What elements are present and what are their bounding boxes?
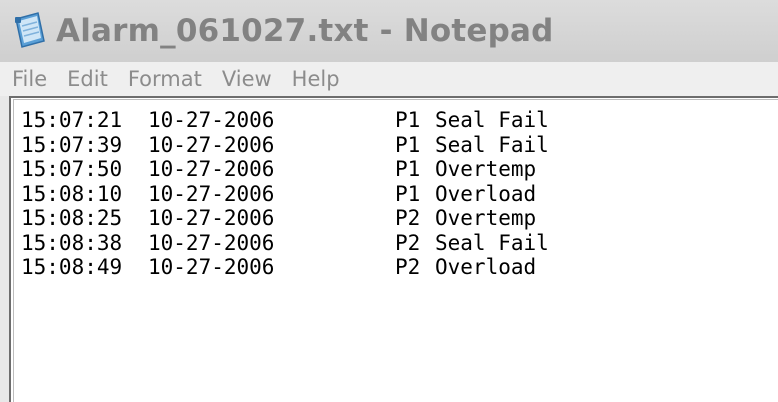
log-message: Overload xyxy=(435,181,537,206)
alarm-log: 15:07:21 10-27-2006 P1 Seal Fail 15:07:39 10… xyxy=(21,108,549,280)
notepad-icon[interactable] xyxy=(12,11,48,51)
log-date: 10-27-2006 xyxy=(148,206,275,230)
menu-view[interactable]: View xyxy=(222,67,272,91)
log-message: Overtemp xyxy=(435,206,537,230)
log-pump: P2 xyxy=(395,230,421,255)
log-message: Overtemp xyxy=(435,157,537,181)
log-time: 15:07:50 xyxy=(21,157,123,181)
log-time: 15:07:39 xyxy=(21,132,123,157)
log-line[interactable]: 15:08:10 10-27-2006 P1 Overload xyxy=(21,182,549,207)
log-message: Overload xyxy=(435,255,537,279)
log-line[interactable]: 15:08:38 10-27-2006 P2 Seal Fail xyxy=(21,231,549,256)
log-time: 15:08:10 xyxy=(21,181,123,206)
menu-format[interactable]: Format xyxy=(128,67,202,91)
text-editor[interactable]: 15:07:21 10-27-2006 P1 Seal Fail 15:07:39 10… xyxy=(9,96,778,402)
menu-bar: File Edit Format View Help xyxy=(0,62,778,96)
log-pump: P1 xyxy=(395,181,421,206)
log-time: 15:08:49 xyxy=(21,255,123,279)
log-pump: P1 xyxy=(395,132,421,157)
log-line[interactable]: 15:07:50 10-27-2006 P1 Overtemp xyxy=(21,157,549,182)
log-pump: P1 xyxy=(395,108,421,132)
log-line[interactable]: 15:07:39 10-27-2006 P1 Seal Fail xyxy=(21,133,549,158)
log-date: 10-27-2006 xyxy=(148,157,275,181)
log-date: 10-27-2006 xyxy=(148,108,275,132)
menu-edit[interactable]: Edit xyxy=(67,67,108,91)
log-date: 10-27-2006 xyxy=(148,132,275,157)
log-line[interactable]: 15:08:25 10-27-2006 P2 Overtemp xyxy=(21,206,549,231)
log-message: Seal Fail xyxy=(435,132,549,157)
log-message: Seal Fail xyxy=(435,108,549,132)
log-line[interactable]: 15:07:21 10-27-2006 P1 Seal Fail xyxy=(21,108,549,133)
log-pump: P2 xyxy=(395,255,421,279)
log-date: 10-27-2006 xyxy=(148,230,275,255)
log-time: 15:08:38 xyxy=(21,230,123,255)
log-time: 15:07:21 xyxy=(21,108,123,132)
log-pump: P2 xyxy=(395,206,421,230)
log-date: 10-27-2006 xyxy=(148,255,275,279)
menu-file[interactable]: File xyxy=(12,67,47,91)
notepad-window: Alarm_061027.txt - Notepad File Edit For… xyxy=(0,0,778,402)
title-bar[interactable]: Alarm_061027.txt - Notepad xyxy=(0,0,778,62)
log-pump: P1 xyxy=(395,157,421,181)
log-message: Seal Fail xyxy=(435,230,549,255)
menu-help[interactable]: Help xyxy=(292,67,340,91)
window-title: Alarm_061027.txt - Notepad xyxy=(56,13,554,49)
log-line[interactable]: 15:08:49 10-27-2006 P2 Overload xyxy=(21,255,549,280)
log-date: 10-27-2006 xyxy=(148,181,275,206)
text-area[interactable]: 15:07:21 10-27-2006 P1 Seal Fail 15:07:39 10… xyxy=(13,99,778,402)
log-time: 15:08:25 xyxy=(21,206,123,230)
